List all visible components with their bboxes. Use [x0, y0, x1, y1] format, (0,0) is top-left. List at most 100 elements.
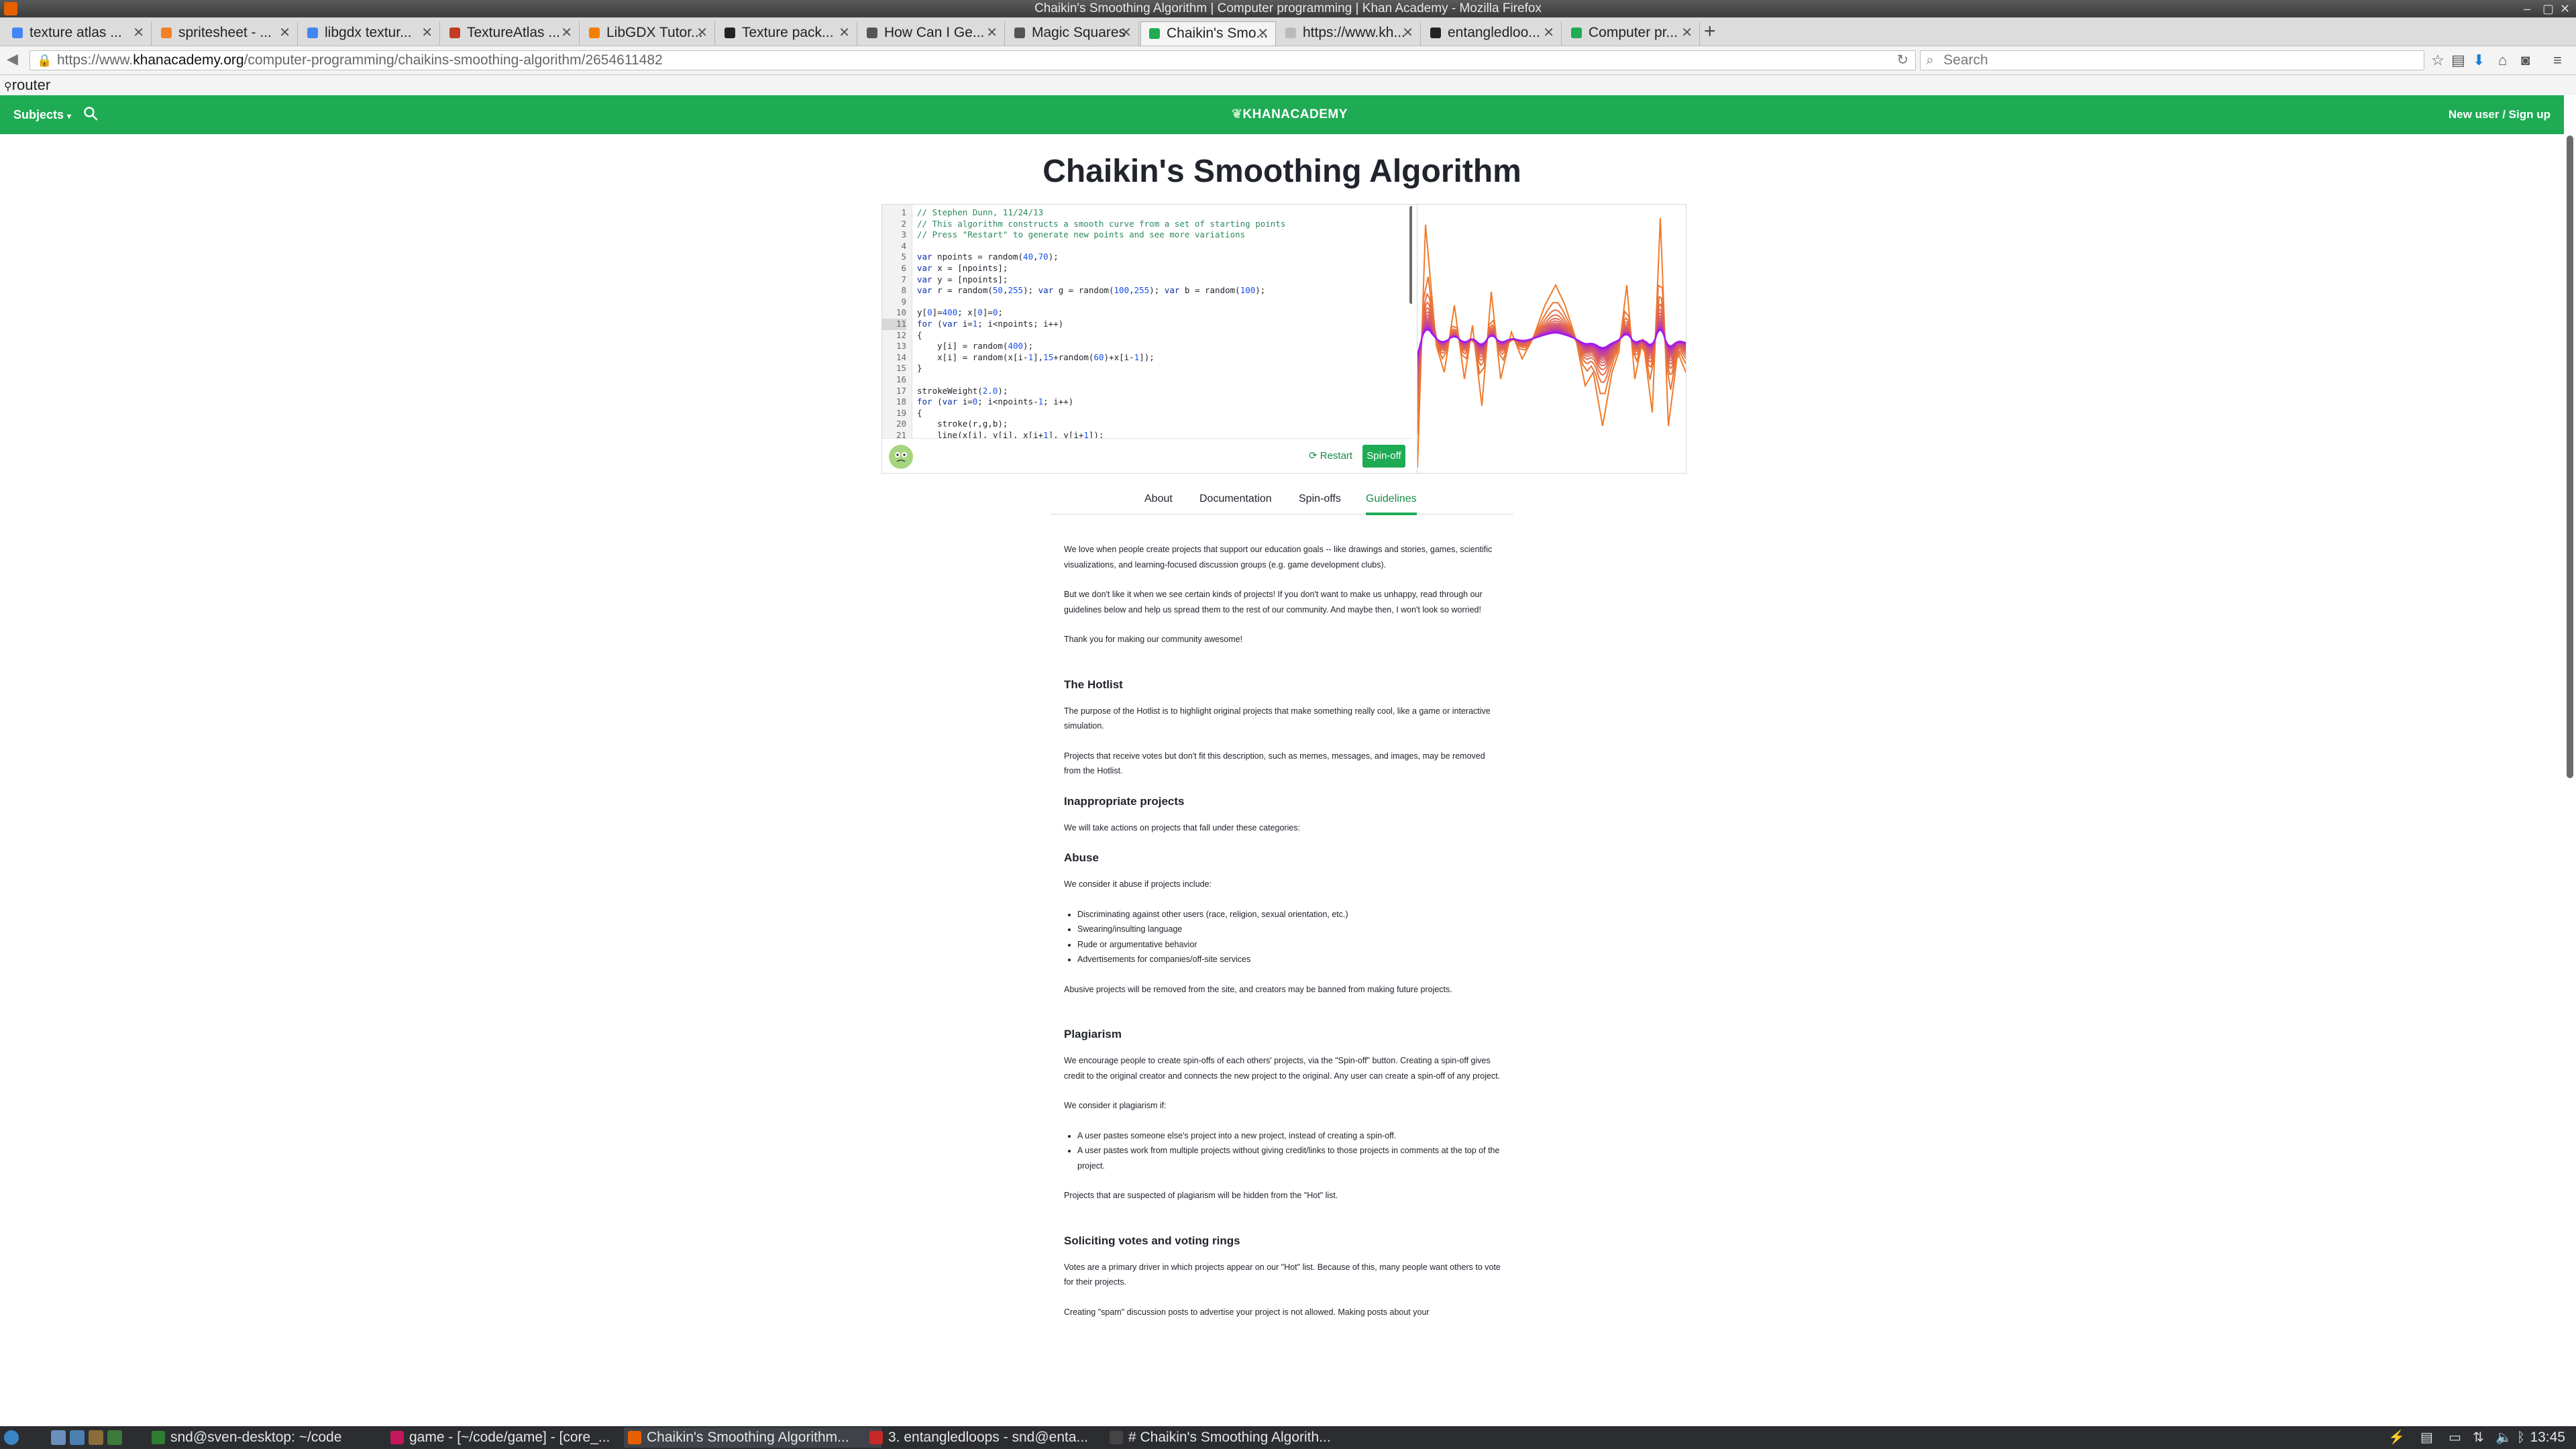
- code-line: 5 var npoints = random(40,70);: [882, 252, 1058, 263]
- terminal-launcher-icon[interactable]: [107, 1430, 122, 1445]
- line-number: 2: [901, 218, 906, 229]
- browser-launcher-icon[interactable]: [70, 1430, 85, 1445]
- browser-tab[interactable]: Magic Squares ✕: [1006, 21, 1139, 46]
- browser-tab[interactable]: How Can I Ge... ✕: [859, 21, 1005, 46]
- output-canvas[interactable]: [1417, 204, 1686, 474]
- browser-tab-label: Texture pack...: [742, 25, 834, 40]
- menu-hamburger-icon[interactable]: ≡: [2553, 52, 2562, 69]
- file-manager-icon[interactable]: [51, 1430, 66, 1445]
- google-icon: [307, 28, 318, 38]
- code-line: 17 strokeWeight(2.0);: [882, 386, 1008, 397]
- code-line: 3 // Press "Restart" to generate new poin…: [882, 229, 1245, 241]
- tab-close-icon[interactable]: ✕: [1681, 21, 1693, 44]
- list-item: Rude or argumentative behavior: [1077, 937, 1501, 953]
- terminal-red-icon: [869, 1431, 883, 1444]
- libgdx-icon: [449, 28, 460, 38]
- maximize-button[interactable]: ▢: [2542, 0, 2554, 17]
- taskbar-item-label: # Chaikin's Smoothing Algorith...: [1128, 1430, 1331, 1445]
- download-icon[interactable]: ⬇: [2473, 52, 2485, 69]
- restart-button[interactable]: ⟳ Restart: [1309, 445, 1352, 467]
- code-area[interactable]: 1 // Stephen Dunn, 11/24/13 2 // This algor…: [882, 205, 1412, 438]
- battery-icon[interactable]: ▭: [2449, 1426, 2461, 1449]
- tab-close-icon[interactable]: ✕: [1543, 21, 1554, 44]
- browser-tab-label: TextureAtlas ...: [467, 25, 560, 40]
- tab-close-icon[interactable]: ✕: [1120, 21, 1132, 44]
- subjects-menu[interactable]: Subjects ▾: [13, 95, 71, 136]
- tab-close-icon[interactable]: ✕: [421, 21, 433, 44]
- code-text: // Press "Restart" to generate new point…: [917, 229, 1246, 240]
- browser-tab[interactable]: LibGDX Tutor... ✕: [581, 21, 715, 46]
- tab-guidelines[interactable]: Guidelines: [1366, 488, 1417, 515]
- line-number: 13: [896, 341, 906, 352]
- browser-tab[interactable]: Texture pack... ✕: [716, 21, 857, 46]
- clipboard-tray-icon[interactable]: ▤: [2420, 1426, 2433, 1449]
- taskbar-item[interactable]: Chaikin's Smoothing Algorithm...: [624, 1428, 881, 1448]
- close-window-button[interactable]: ✕: [2560, 0, 2570, 17]
- tab-close-icon[interactable]: ✕: [279, 21, 290, 44]
- network-icon[interactable]: ⇅: [2473, 1426, 2484, 1449]
- signup-link[interactable]: New user / Sign up: [2449, 95, 2551, 134]
- browser-tab[interactable]: texture atlas ... ✕: [4, 21, 152, 46]
- line-number: 6: [901, 263, 906, 273]
- pocket-icon[interactable]: ◙: [2521, 52, 2530, 69]
- search-placeholder: Search: [1943, 52, 1988, 68]
- url-bar[interactable]: 🔒 https://www.khanacademy.org/computer-p…: [30, 50, 1916, 70]
- clipboard-icon[interactable]: ▤: [2451, 52, 2465, 69]
- browser-tab[interactable]: https://www.kh... ✕: [1277, 21, 1421, 46]
- tab-spin-offs[interactable]: Spin-offs: [1299, 488, 1341, 513]
- code-text: stroke(r,g,b);: [917, 419, 1008, 429]
- plagiarism-list: A user pastes someone else's project int…: [1064, 1128, 1501, 1174]
- new-tab-button[interactable]: +: [1704, 20, 1716, 43]
- code-line: 10 y[0]=400; x[0]=0;: [882, 307, 1003, 319]
- tab-close-icon[interactable]: ✕: [839, 21, 850, 44]
- app-launcher-icon[interactable]: [89, 1430, 103, 1445]
- khan-leaf-icon: [1149, 28, 1160, 39]
- url-path: /computer-programming/chaikins-smoothing…: [244, 52, 663, 68]
- browser-tab[interactable]: TextureAtlas ... ✕: [441, 21, 580, 46]
- plagiarism-paragraph: We encourage people to create spin-offs …: [1064, 1056, 1501, 1081]
- khan-academy-logo[interactable]: ❦KHANACADEMY: [1232, 95, 1348, 134]
- firefox-app-icon: [4, 2, 17, 15]
- line-number: 15: [896, 363, 906, 374]
- reload-icon[interactable]: ↻: [1896, 51, 1909, 70]
- minimize-button[interactable]: –: [2524, 0, 2530, 17]
- browser-tab[interactable]: Computer pr... ✕: [1563, 21, 1700, 46]
- tab-about[interactable]: About: [1144, 488, 1173, 513]
- bookmark-star-icon[interactable]: ☆: [2431, 52, 2445, 69]
- curve-path: [1417, 311, 1686, 386]
- abuse-heading: Abuse: [1064, 851, 1099, 864]
- line-number: 8: [901, 285, 906, 296]
- back-arrow-icon[interactable]: ◀: [7, 50, 18, 68]
- volume-icon[interactable]: 🔈: [2496, 1426, 2512, 1449]
- spinoff-button[interactable]: Spin-off: [1362, 445, 1405, 468]
- browser-tab[interactable]: entangledloo... ✕: [1422, 21, 1562, 46]
- tab-close-icon[interactable]: ✕: [986, 21, 998, 44]
- tab-close-icon[interactable]: ✕: [1402, 21, 1413, 44]
- browser-tab[interactable]: spritesheet - ... ✕: [153, 21, 298, 46]
- taskbar-item[interactable]: 3. entangledloops - snd@enta...: [865, 1428, 1123, 1448]
- taskbar-item[interactable]: snd@sven-desktop: ~/code: [148, 1428, 402, 1448]
- tab-close-icon[interactable]: ✕: [561, 21, 572, 44]
- taskbar-item[interactable]: # Chaikin's Smoothing Algorith...: [1106, 1428, 1360, 1448]
- home-icon[interactable]: ⌂: [2498, 52, 2507, 69]
- start-menu-icon[interactable]: [4, 1430, 19, 1445]
- clock[interactable]: 13:45: [2530, 1426, 2565, 1449]
- bookmark-router[interactable]: ⚲router: [4, 75, 50, 97]
- code-text: var y = [npoints];: [917, 274, 1008, 284]
- browser-tab[interactable]: libgdx textur... ✕: [299, 21, 440, 46]
- code-text: for (var i=0; i<npoints-1; i++): [917, 396, 1074, 407]
- tab-close-icon[interactable]: ✕: [1257, 22, 1269, 45]
- browser-tab[interactable]: Chaikin's Smo... ✕: [1140, 21, 1276, 46]
- terminal-icon: [152, 1431, 165, 1444]
- page-scrollbar[interactable]: [2567, 136, 2573, 778]
- bluetooth-icon[interactable]: ᛒ: [2517, 1426, 2525, 1449]
- power-icon[interactable]: ⚡: [2388, 1426, 2405, 1449]
- taskbar-item[interactable]: game - [~/code/game] - [core_...: [386, 1428, 641, 1448]
- tab-close-icon[interactable]: ✕: [133, 21, 144, 44]
- plagiarism-heading: Plagiarism: [1064, 1028, 1122, 1040]
- search-icon[interactable]: [83, 106, 98, 121]
- tab-documentation[interactable]: Documentation: [1199, 488, 1272, 513]
- tab-close-icon[interactable]: ✕: [696, 21, 708, 44]
- search-bar[interactable]: ⌕ Search: [1920, 50, 2424, 70]
- editor-scrollbar[interactable]: [1409, 206, 1412, 304]
